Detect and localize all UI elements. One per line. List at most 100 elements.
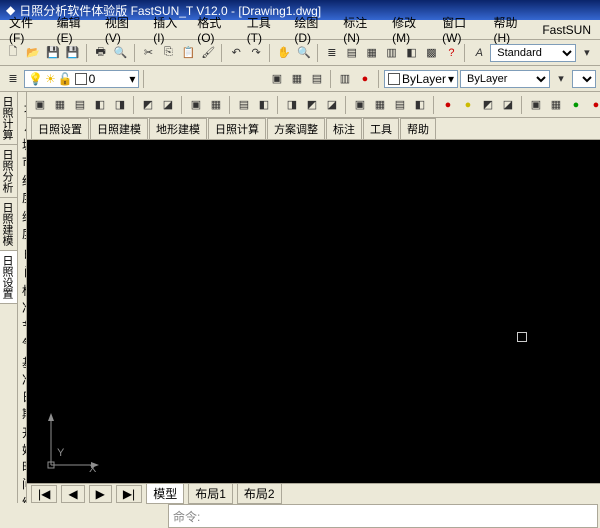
chevron-down-icon[interactable]: ▾	[552, 70, 570, 88]
layers-icon[interactable]: ≣	[4, 70, 22, 88]
tab-sun-calc[interactable]: 日照计算	[208, 118, 266, 139]
menu-edit[interactable]: 编辑(E)	[52, 12, 98, 47]
tool2-icon[interactable]: ◧	[403, 44, 421, 62]
menu-file[interactable]: 文件(F)	[4, 12, 50, 47]
calc-icon[interactable]: ▩	[423, 44, 441, 62]
redo-icon[interactable]: ↷	[247, 44, 265, 62]
tab-model[interactable]: 模型	[146, 483, 184, 504]
mt-icon[interactable]: ◪	[159, 96, 177, 114]
mt-icon[interactable]: ▣	[187, 96, 205, 114]
menu-help[interactable]: 帮助(H)	[488, 12, 535, 47]
open-icon[interactable]: 📂	[24, 44, 42, 62]
close-icon[interactable]: ●	[356, 70, 374, 88]
menu-insert[interactable]: 插入(I)	[148, 12, 190, 47]
cut-icon[interactable]: ✂	[140, 44, 158, 62]
lineweight-combo[interactable]: B	[572, 70, 596, 88]
mt-icon[interactable]: ▣	[31, 96, 49, 114]
mt-icon[interactable]: ▤	[391, 96, 409, 114]
tab-help[interactable]: 帮助	[400, 118, 436, 139]
nav-next-button[interactable]: ▶	[89, 485, 112, 503]
tab-annot[interactable]: 标注	[326, 118, 362, 139]
mt-icon[interactable]: ◨	[283, 96, 301, 114]
vtab-settings[interactable]: 日照设置	[0, 251, 17, 304]
tab-sun-settings[interactable]: 日照设置	[31, 118, 89, 139]
mt-icon[interactable]: ◩	[303, 96, 321, 114]
save-icon[interactable]: 💾	[44, 44, 62, 62]
chevron-down-icon[interactable]: ▾	[578, 44, 596, 62]
menu-tools[interactable]: 工具(T)	[242, 12, 288, 47]
new-icon[interactable]: 🗋	[4, 44, 22, 62]
tool1-icon[interactable]: ▥	[383, 44, 401, 62]
mt-icon[interactable]: ◩	[139, 96, 157, 114]
linetype-combo[interactable]: ByLayer	[460, 70, 550, 88]
mt-icon[interactable]: ▦	[371, 96, 389, 114]
tab-terrain-model[interactable]: 地形建模	[149, 118, 207, 139]
pan-icon[interactable]: ✋	[275, 44, 293, 62]
layer-tool3-icon[interactable]: ▤	[308, 70, 326, 88]
layer-tool4-icon[interactable]: ▥	[336, 70, 354, 88]
tab-layout1[interactable]: 布局1	[188, 483, 233, 504]
menu-dim[interactable]: 标注(N)	[338, 12, 385, 47]
left-vertical-tabs: 日照计算 日照分析 日照建模 日照设置	[0, 92, 18, 503]
undo-icon[interactable]: ↶	[227, 44, 245, 62]
mt-icon[interactable]: ▣	[351, 96, 369, 114]
preview-icon[interactable]: 🔍	[112, 44, 130, 62]
mt-icon[interactable]: ◨	[111, 96, 129, 114]
tab-plan-adjust[interactable]: 方案调整	[267, 118, 325, 139]
command-line[interactable]: 命令:	[168, 504, 598, 528]
mt-icon[interactable]: ▤	[71, 96, 89, 114]
tab-sun-model[interactable]: 日照建模	[90, 118, 148, 139]
mt-icon[interactable]: ◧	[411, 96, 429, 114]
saveas-icon[interactable]: 💾	[64, 44, 82, 62]
nav-prev-button[interactable]: ◀	[61, 485, 84, 503]
layer-tool2-icon[interactable]: ▦	[288, 70, 306, 88]
tab-tools[interactable]: 工具	[363, 118, 399, 139]
nav-last-button[interactable]: ▶|	[116, 485, 142, 503]
prop-icon[interactable]: ▤	[343, 44, 361, 62]
lock-icon: 🔓	[58, 72, 73, 86]
drawing-viewport[interactable]: Y X	[27, 140, 600, 483]
layer-tool1-icon[interactable]: ▣	[268, 70, 286, 88]
mt-icon[interactable]: ◪	[499, 96, 517, 114]
mt-icon[interactable]: ◧	[255, 96, 273, 114]
mt-icon[interactable]: ◪	[323, 96, 341, 114]
help-icon[interactable]: ?	[442, 44, 460, 62]
chevron-down-icon: ▾	[129, 72, 135, 86]
mt-icon[interactable]: ◩	[479, 96, 497, 114]
menu-modify[interactable]: 修改(M)	[387, 12, 435, 47]
color-combo[interactable]: ByLayer ▾	[384, 70, 458, 88]
main-tabbar: 日照设置 日照建模 地形建模 日照计算 方案调整 标注 工具 帮助	[27, 118, 600, 140]
zoom-icon[interactable]: 🔍	[295, 44, 313, 62]
mt-icon[interactable]: ▤	[235, 96, 253, 114]
style-combo[interactable]: Standard	[490, 44, 576, 62]
mt-icon[interactable]: ▦	[51, 96, 69, 114]
mt-icon[interactable]: ▦	[207, 96, 225, 114]
vtab-calc[interactable]: 日照计算	[0, 92, 17, 145]
mt-green-icon[interactable]: ●	[567, 96, 585, 114]
bulb-icon: 💡	[28, 72, 43, 86]
menu-fastsun[interactable]: FastSUN	[537, 21, 596, 39]
match-icon[interactable]: 🖌	[199, 44, 217, 62]
paste-icon[interactable]: 📋	[179, 44, 197, 62]
nav-first-button[interactable]: |◀	[31, 485, 57, 503]
mt-red-icon[interactable]: ●	[587, 96, 600, 114]
chevron-down-icon: ▾	[448, 72, 454, 86]
textstyle-icon[interactable]: A	[470, 44, 488, 62]
layer-icon[interactable]: ≣	[323, 44, 341, 62]
mt-icon[interactable]: ◧	[91, 96, 109, 114]
design-icon[interactable]: ▦	[363, 44, 381, 62]
copy-icon[interactable]: ⎘	[159, 44, 177, 62]
vtab-analysis[interactable]: 日照分析	[0, 145, 17, 198]
menu-view[interactable]: 视图(V)	[100, 12, 146, 47]
layer-state-combo[interactable]: 💡 ☀ 🔓 0 ▾	[24, 70, 139, 88]
menu-draw[interactable]: 绘图(D)	[289, 12, 336, 47]
mt-icon[interactable]: ▦	[547, 96, 565, 114]
plot-icon[interactable]: 🖶	[92, 44, 110, 62]
menu-window[interactable]: 窗口(W)	[437, 12, 486, 47]
mt-icon[interactable]: ▣	[527, 96, 545, 114]
menu-format[interactable]: 格式(O)	[192, 12, 239, 47]
tab-layout2[interactable]: 布局2	[237, 483, 282, 504]
mt-red-icon[interactable]: ●	[439, 96, 457, 114]
mt-yellow-icon[interactable]: ●	[459, 96, 477, 114]
vtab-model[interactable]: 日照建模	[0, 198, 17, 251]
